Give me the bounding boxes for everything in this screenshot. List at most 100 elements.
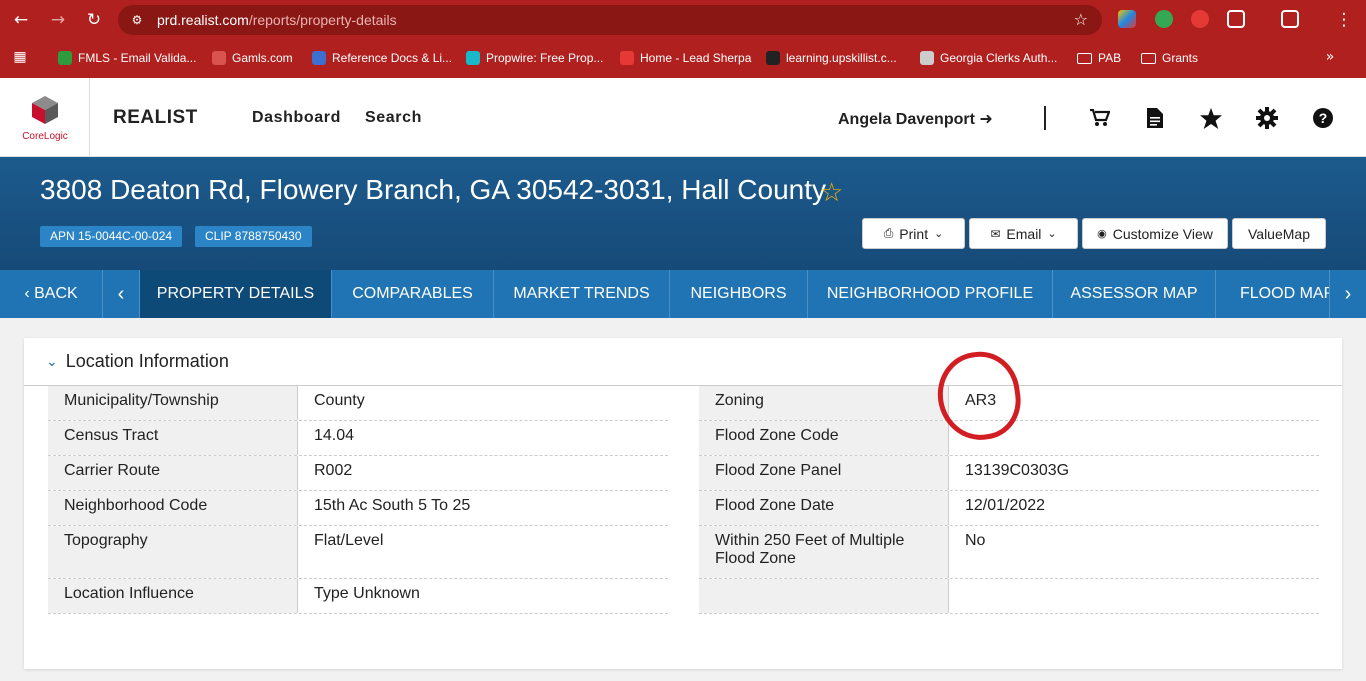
row-value: County [314,392,365,409]
row-value [949,579,1319,613]
help-icon[interactable]: ? [1311,106,1335,130]
corelogic-cube-icon [32,96,58,124]
nav-search[interactable]: Search [365,109,422,127]
chevron-down-icon[interactable]: ⌄ [46,354,58,370]
extension-icon[interactable] [1118,10,1136,28]
tabs-scroll-left-icon[interactable]: ‹ [103,270,140,318]
evernote-extension-icon[interactable] [1155,10,1173,28]
section-title: Location Information [65,351,229,371]
bookmark-favicon-icon [212,51,226,65]
logout-icon[interactable]: ➜ [979,109,992,128]
bookmark-label: Grants [1162,51,1199,65]
cart-icon[interactable] [1088,106,1112,130]
row-label: Location Influence [48,579,298,613]
corelogic-logo[interactable]: CoreLogic [14,94,76,144]
settings-gear-icon[interactable] [1255,106,1279,130]
bookmark-label: Reference Docs & Li... [332,51,453,65]
bookmark-label: PAB [1098,51,1122,65]
row-value: 15th Ac South 5 To 25 [314,497,471,514]
email-button[interactable]: ✉ Email ⌄ [969,218,1078,249]
tab-comparables[interactable]: COMPARABLES [332,270,494,318]
chevron-down-icon: ⌄ [934,227,944,240]
favorite-star-icon[interactable]: ☆ [820,178,843,208]
location-information-section: ⌄ Location Information Municipality/Town… [24,338,1342,669]
logo-text: CoreLogic [22,131,68,142]
reload-icon[interactable]: ↻ [82,8,106,32]
hand-extension-icon[interactable] [1191,10,1209,28]
bookmark-item[interactable]: Georgia Clerks Auth... [920,48,1057,68]
table-row: Location Influence Type Unknown [48,579,668,614]
bookmark-item[interactable]: Gamls.com [212,48,293,68]
bookmark-label: learning.upskillist.c... [786,51,897,65]
customize-view-button[interactable]: ◉ Customize View [1082,218,1228,249]
bookmark-item[interactable]: Propwire: Free Prop... [466,48,603,68]
tabs-scroll-right-icon[interactable]: › [1330,270,1366,318]
valuemap-label: ValueMap [1247,225,1310,242]
tab-neighborhood-profile[interactable]: NEIGHBORHOOD PROFILE [808,270,1053,318]
row-label: Zoning [699,386,949,420]
bookmark-label: Gamls.com [232,51,293,65]
bookmark-item[interactable]: Reference Docs & Li... [312,48,452,68]
bookmark-star-icon[interactable]: ☆ [1074,10,1088,29]
chevron-down-icon: ⌄ [1047,227,1057,240]
bookmark-item[interactable]: FMLS - Email Valida... [58,48,196,68]
eye-icon: ◉ [1097,227,1107,240]
bookmark-favicon-icon [312,51,326,65]
table-row: Carrier Route R002 [48,456,668,491]
row-label [699,579,949,613]
bookmark-item[interactable]: Home - Lead Sherpa [620,48,751,68]
forward-arrow-icon[interactable]: → [46,8,70,32]
extensions-puzzle-icon[interactable] [1227,10,1245,28]
valuemap-button[interactable]: ValueMap [1232,218,1326,249]
address-bar[interactable]: ⚙ prd.realist.com/reports/property-detai… [118,5,1102,35]
browser-menu-icon[interactable]: ⋮ [1332,8,1356,32]
nav-dashboard[interactable]: Dashboard [252,109,341,127]
row-value: 14.04 [314,427,355,444]
product-name: REALIST [113,107,198,128]
clip-badge: CLIP 8788750430 [195,226,312,247]
folder-icon [1077,52,1092,64]
bookmark-item[interactable]: Grants [1141,48,1198,68]
table-row: Topography Flat/Level [48,526,668,579]
back-arrow-icon[interactable]: ← [9,8,33,32]
tab-market-trends[interactable]: MARKET TRENDS [494,270,670,318]
table-row: Flood Zone Panel 13139C0303G [699,456,1319,491]
row-value: Flat/Level [314,532,384,549]
site-info-icon[interactable]: ⚙ [128,11,146,29]
app-header: CoreLogic REALIST Dashboard Search Angel… [0,78,1366,157]
row-label: Carrier Route [48,456,298,490]
table-row: Flood Zone Date 12/01/2022 [699,491,1319,526]
property-address: 3808 Deaton Rd, Flowery Branch, GA 30542… [40,174,827,205]
url-text: prd.realist.com/reports/property-details [157,12,397,28]
row-label: Neighborhood Code [48,491,298,525]
bookmark-label: Georgia Clerks Auth... [940,51,1058,65]
email-label: Email [1006,225,1042,242]
row-label: Topography [48,526,298,578]
bookmark-favicon-icon [766,51,780,65]
tab-neighbors[interactable]: NEIGHBORS [670,270,808,318]
document-icon[interactable] [1143,106,1167,130]
print-button[interactable]: ⎙ Print ⌄ [862,218,965,249]
apps-grid-icon[interactable]: ▦ [8,45,32,69]
back-label: BACK [34,285,78,302]
tab-back[interactable]: ‹ BACK [0,270,103,318]
bookmark-item[interactable]: learning.upskillist.c... [766,48,897,68]
row-label: Flood Zone Panel [699,456,949,490]
row-value: 13139C0303G [965,462,1070,479]
header-separator [1044,106,1046,130]
section-header[interactable]: ⌄ Location Information [46,351,229,372]
more-bookmarks-icon[interactable]: » [1318,45,1342,69]
tab-assessor-map[interactable]: ASSESSOR MAP [1053,270,1216,318]
bookmark-favicon-icon [620,51,634,65]
tab-property-details[interactable]: PROPERTY DETAILS [140,270,332,318]
row-label: Census Tract [48,421,298,455]
row-value: 12/01/2022 [965,497,1046,514]
user-menu[interactable]: Angela Davenport ➜ [838,109,993,129]
bookmark-item[interactable]: PAB [1077,48,1121,68]
table-row: Neighborhood Code 15th Ac South 5 To 25 [48,491,668,526]
browser-toolbar: ← → ↻ ⚙ prd.realist.com/reports/property… [0,0,1366,40]
favorites-star-icon[interactable] [1199,106,1223,130]
report-tabs: ‹ BACK ‹ PROPERTY DETAILS COMPARABLES MA… [0,270,1366,318]
tab-flood-map[interactable]: FLOOD MAP [1216,270,1330,318]
tab-search-icon[interactable] [1281,10,1299,28]
